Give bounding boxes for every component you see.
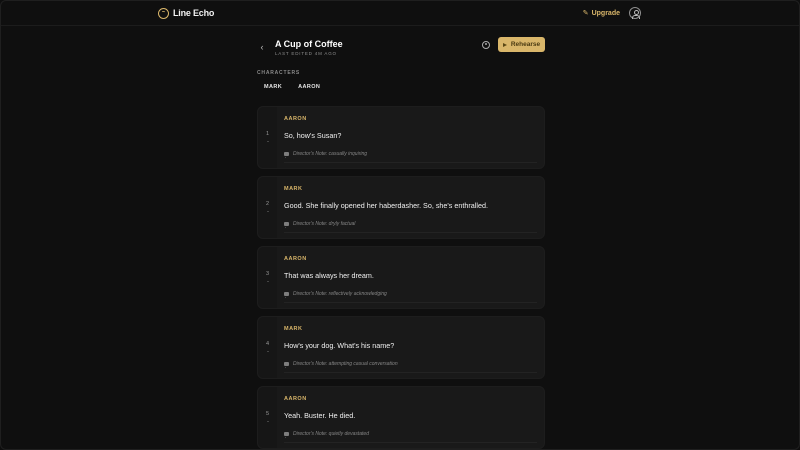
- top-actions: ✎ Upgrade: [583, 7, 641, 19]
- comment-icon: [284, 432, 289, 438]
- line-body: AARON That was always her dream. Directo…: [277, 247, 544, 308]
- header-actions: Rehearse: [482, 37, 545, 52]
- last-edited: LAST EDITED 4M AGO: [275, 51, 337, 56]
- play-icon: [502, 42, 507, 47]
- drag-handle-icon[interactable]: [266, 351, 269, 352]
- director-note[interactable]: Director's Note: attempting casual conve…: [284, 361, 537, 373]
- chevron-left-icon[interactable]: ‹: [257, 42, 267, 52]
- comment-icon: [284, 152, 289, 158]
- drag-handle-icon[interactable]: [266, 281, 269, 282]
- line-gutter: 1: [258, 107, 277, 168]
- speaker-name: AARON: [284, 396, 307, 402]
- logo-icon: ~: [158, 7, 169, 19]
- drag-handle-icon[interactable]: [266, 421, 269, 422]
- line-gutter: 3: [258, 247, 277, 308]
- comment-icon: [284, 222, 289, 228]
- line-gutter: 5: [258, 387, 277, 448]
- director-note[interactable]: Director's Note: dryly factual: [284, 221, 537, 233]
- dialogue-text[interactable]: Good. She finally opened her haberdasher…: [284, 201, 537, 210]
- script-header: ‹ A Cup of Coffee LAST EDITED 4M AGO Reh…: [257, 37, 545, 61]
- dialogue-text[interactable]: How's your dog. What's his name?: [284, 341, 537, 350]
- rehearse-label: Rehearse: [510, 41, 541, 48]
- note-text: Director's Note: attempting casual conve…: [293, 361, 398, 367]
- note-text: Director's Note: reflectively acknowledg…: [293, 291, 387, 297]
- line-list: 1 AARON So, how's Susan? Director's Note…: [257, 106, 545, 449]
- user-avatar-icon[interactable]: [629, 7, 641, 19]
- note-text: Director's Note: dryly factual: [293, 221, 356, 227]
- line-card[interactable]: 2 MARK Good. She finally opened her habe…: [257, 176, 545, 239]
- director-note[interactable]: Director's Note: quietly devastated: [284, 431, 537, 443]
- upgrade-label: Upgrade: [591, 9, 620, 17]
- script-editor: ‹ A Cup of Coffee LAST EDITED 4M AGO Reh…: [257, 37, 545, 449]
- gear-icon[interactable]: [482, 40, 490, 49]
- line-body: AARON Yeah. Buster. He died. Director's …: [277, 387, 544, 448]
- brand[interactable]: ~ Line Echo: [158, 7, 215, 19]
- line-number: 4: [265, 341, 270, 347]
- line-body: MARK Good. She finally opened her haberd…: [277, 177, 544, 238]
- character-list: MARK AARON: [257, 84, 545, 90]
- line-gutter: 2: [258, 177, 277, 238]
- line-gutter: 4: [258, 317, 277, 378]
- line-card[interactable]: 1 AARON So, how's Susan? Director's Note…: [257, 106, 545, 169]
- rocket-icon: ✎: [582, 10, 589, 17]
- dialogue-text[interactable]: That was always her dream.: [284, 271, 537, 280]
- title-block: ‹ A Cup of Coffee LAST EDITED 4M AGO: [257, 37, 343, 56]
- director-note[interactable]: Director's Note: reflectively acknowledg…: [284, 291, 537, 303]
- line-card[interactable]: 3 AARON That was always her dream. Direc…: [257, 246, 545, 309]
- dialogue-text[interactable]: So, how's Susan?: [284, 131, 537, 140]
- director-note[interactable]: Director's Note: casually inquiring: [284, 151, 537, 163]
- line-card[interactable]: 5 AARON Yeah. Buster. He died. Director'…: [257, 386, 545, 449]
- speaker-name: MARK: [284, 186, 303, 192]
- line-number: 5: [265, 411, 270, 417]
- character-chip[interactable]: AARON: [298, 84, 320, 90]
- line-card[interactable]: 4 MARK How's your dog. What's his name? …: [257, 316, 545, 379]
- comment-icon: [284, 362, 289, 368]
- note-text: Director's Note: casually inquiring: [293, 151, 368, 157]
- page-title: A Cup of Coffee: [275, 39, 343, 49]
- note-text: Director's Note: quietly devastated: [293, 431, 369, 437]
- upgrade-button[interactable]: ✎ Upgrade: [582, 9, 620, 18]
- top-nav: ~ Line Echo ✎ Upgrade: [1, 1, 799, 26]
- rehearse-button[interactable]: Rehearse: [498, 37, 545, 52]
- line-body: MARK How's your dog. What's his name? Di…: [277, 317, 544, 378]
- characters-heading: CHARACTERS: [257, 70, 300, 76]
- speaker-name: MARK: [284, 326, 303, 332]
- line-body: AARON So, how's Susan? Director's Note: …: [277, 107, 544, 168]
- brand-name: Line Echo: [173, 8, 215, 18]
- comment-icon: [284, 292, 289, 298]
- character-chip[interactable]: MARK: [264, 84, 282, 90]
- drag-handle-icon[interactable]: [266, 211, 269, 212]
- speaker-name: AARON: [284, 116, 307, 122]
- drag-handle-icon[interactable]: [266, 141, 269, 142]
- line-number: 3: [265, 271, 270, 277]
- app-window: ~ Line Echo ✎ Upgrade ‹ A Cup of Coffee …: [0, 0, 800, 450]
- line-number: 2: [265, 201, 270, 207]
- dialogue-text[interactable]: Yeah. Buster. He died.: [284, 411, 537, 420]
- title-wrap: A Cup of Coffee LAST EDITED 4M AGO: [275, 37, 343, 56]
- line-number: 1: [265, 131, 270, 137]
- speaker-name: AARON: [284, 256, 307, 262]
